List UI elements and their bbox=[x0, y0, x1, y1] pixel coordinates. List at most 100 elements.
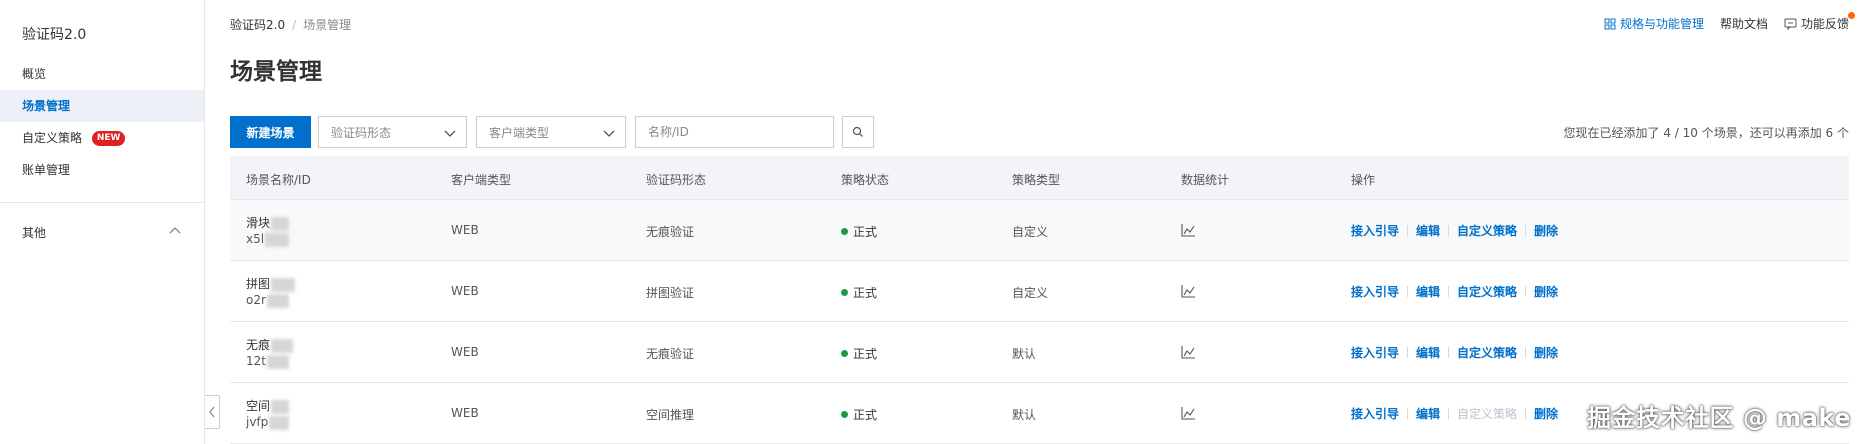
client-type: WEB bbox=[451, 345, 479, 359]
grid-icon bbox=[1604, 18, 1616, 29]
sidebar-collapse-handle[interactable] bbox=[205, 395, 220, 429]
scene-id: 12t bbox=[246, 354, 289, 369]
policy-status: 正式 bbox=[841, 406, 877, 423]
column-header-form: 验证码形态 bbox=[646, 173, 707, 187]
sidebar-item-overview[interactable]: 概览 bbox=[0, 58, 204, 90]
edit-link[interactable]: 编辑 bbox=[1416, 283, 1440, 300]
table-row: 无痕 12t WEB 无痕验证 正式 默认 接入引导 编辑 自定义策略 删除 bbox=[230, 322, 1849, 383]
delete-link[interactable]: 删除 bbox=[1534, 222, 1558, 239]
chevron-up-icon[interactable] bbox=[168, 224, 182, 238]
page-title: 场景管理 bbox=[230, 59, 322, 85]
help-link[interactable]: 帮助文档 bbox=[1720, 15, 1768, 32]
custom-policy-link[interactable]: 自定义策略 bbox=[1457, 283, 1517, 300]
captcha-form: 无痕验证 bbox=[646, 347, 695, 361]
specs-link-label: 规格与功能管理 bbox=[1619, 17, 1704, 31]
sidebar-item-custom-policy[interactable]: 自定义策略 NEW bbox=[0, 122, 204, 154]
scene-name: 拼图 bbox=[246, 275, 296, 292]
guide-link[interactable]: 接入引导 bbox=[1351, 222, 1399, 239]
captcha-type-placeholder: 验证码形态 bbox=[331, 125, 392, 140]
client-type-select[interactable]: 客户端类型 bbox=[476, 116, 626, 148]
custom-policy-link[interactable]: 自定义策略 bbox=[1457, 344, 1517, 361]
policy-status: 正式 bbox=[841, 284, 877, 301]
client-type: WEB bbox=[451, 406, 479, 420]
client-type: WEB bbox=[451, 284, 479, 298]
row-actions: 接入引导 编辑 自定义策略 删除 bbox=[1351, 344, 1558, 361]
sidebar-divider bbox=[0, 202, 204, 203]
delete-link[interactable]: 删除 bbox=[1534, 405, 1558, 422]
breadcrumb: 验证码2.0 / 场景管理 bbox=[230, 16, 351, 33]
sidebar-item-label: 账单管理 bbox=[22, 163, 71, 177]
scene-name: 滑块 bbox=[246, 214, 290, 231]
policy-type: 默认 bbox=[1012, 408, 1037, 422]
new-badge: NEW bbox=[91, 131, 126, 146]
sidebar-item-label: 自定义策略 bbox=[22, 131, 83, 145]
edit-link[interactable]: 编辑 bbox=[1416, 222, 1440, 239]
feedback-link-label: 功能反馈 bbox=[1800, 17, 1849, 31]
client-type-placeholder: 客户端类型 bbox=[489, 125, 550, 140]
status-dot bbox=[841, 350, 848, 357]
policy-status: 正式 bbox=[841, 345, 877, 362]
scene-id: jvfp bbox=[246, 415, 290, 430]
status-dot bbox=[841, 289, 848, 296]
notification-dot bbox=[1848, 12, 1855, 19]
edit-link[interactable]: 编辑 bbox=[1416, 405, 1440, 422]
status-dot bbox=[841, 228, 848, 235]
row-actions: 接入引导 编辑 自定义策略 删除 bbox=[1351, 222, 1558, 239]
breadcrumb-current: 场景管理 bbox=[303, 18, 352, 32]
policy-type: 自定义 bbox=[1012, 225, 1049, 239]
new-scene-button[interactable]: 新建场景 bbox=[230, 116, 311, 148]
row-actions: 接入引导 编辑 自定义策略 删除 bbox=[1351, 405, 1558, 422]
sidebar: 验证码2.0 概览 场景管理 自定义策略 NEW 账单管理 其他 bbox=[0, 0, 205, 444]
sidebar-title: 验证码2.0 bbox=[22, 27, 87, 43]
policy-type: 自定义 bbox=[1012, 286, 1049, 300]
feedback-link[interactable]: 功能反馈 bbox=[1784, 12, 1855, 32]
chevron-left-icon bbox=[209, 406, 215, 418]
guide-link[interactable]: 接入引导 bbox=[1351, 344, 1399, 361]
scene-id: o2r bbox=[246, 293, 289, 308]
scene-quota-text: 您现在已经添加了 4 / 10 个场景，还可以再添加 6 个 bbox=[1563, 126, 1849, 140]
line-chart-icon[interactable] bbox=[1181, 223, 1196, 237]
column-header-name: 场景名称/ID bbox=[246, 173, 311, 187]
policy-type: 默认 bbox=[1012, 347, 1037, 361]
specs-link[interactable]: 规格与功能管理 bbox=[1604, 15, 1704, 32]
scene-name: 空间 bbox=[246, 397, 290, 414]
table-row: 滑块 x5l WEB 无痕验证 正式 自定义 接入引导 编辑 自定义策略 删除 bbox=[230, 200, 1849, 261]
scene-name: 无痕 bbox=[246, 336, 294, 353]
sidebar-group-other[interactable]: 其他 bbox=[22, 224, 46, 241]
scene-id: x5l bbox=[246, 232, 290, 247]
line-chart-icon[interactable] bbox=[1181, 406, 1196, 420]
sidebar-item-billing[interactable]: 账单管理 bbox=[0, 154, 204, 186]
delete-link[interactable]: 删除 bbox=[1534, 283, 1558, 300]
line-chart-icon[interactable] bbox=[1181, 345, 1196, 359]
column-header-status: 策略状态 bbox=[841, 173, 890, 187]
watermark: 掘金技术社区 @ make bbox=[1586, 404, 1851, 432]
client-type: WEB bbox=[451, 223, 479, 237]
row-actions: 接入引导 编辑 自定义策略 删除 bbox=[1351, 283, 1558, 300]
search-icon bbox=[852, 126, 863, 137]
breadcrumb-separator: / bbox=[292, 18, 297, 32]
captcha-form: 空间推理 bbox=[646, 408, 695, 422]
search-input[interactable] bbox=[635, 116, 834, 148]
line-chart-icon[interactable] bbox=[1181, 284, 1196, 298]
help-link-label: 帮助文档 bbox=[1719, 17, 1768, 31]
captcha-form: 拼图验证 bbox=[646, 286, 695, 300]
sidebar-item-label: 场景管理 bbox=[22, 99, 71, 113]
edit-link[interactable]: 编辑 bbox=[1416, 344, 1440, 361]
column-header-policy-type: 策略类型 bbox=[1012, 173, 1061, 187]
breadcrumb-root[interactable]: 验证码2.0 bbox=[230, 18, 285, 32]
captcha-type-select[interactable]: 验证码形态 bbox=[318, 116, 467, 148]
custom-policy-link-disabled: 自定义策略 bbox=[1457, 407, 1518, 421]
delete-link[interactable]: 删除 bbox=[1534, 344, 1558, 361]
sidebar-item-scene-management[interactable]: 场景管理 bbox=[0, 90, 204, 122]
policy-status: 正式 bbox=[841, 223, 877, 240]
guide-link[interactable]: 接入引导 bbox=[1351, 405, 1399, 422]
chevron-down-icon bbox=[603, 130, 615, 137]
custom-policy-link[interactable]: 自定义策略 bbox=[1457, 222, 1517, 239]
status-dot bbox=[841, 411, 848, 418]
column-header-client: 客户端类型 bbox=[451, 173, 512, 187]
guide-link[interactable]: 接入引导 bbox=[1351, 283, 1399, 300]
chevron-down-icon bbox=[444, 130, 456, 137]
search-button[interactable] bbox=[842, 116, 874, 148]
feedback-icon bbox=[1784, 18, 1797, 30]
column-header-stats: 数据统计 bbox=[1181, 173, 1230, 187]
